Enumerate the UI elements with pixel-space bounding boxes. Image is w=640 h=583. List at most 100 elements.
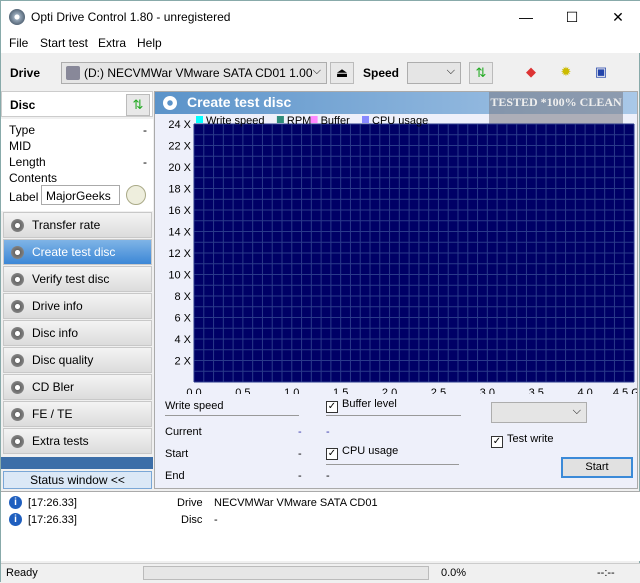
nav-extra-tests[interactable]: Extra tests <box>3 428 152 454</box>
y-tick-label: 8 X <box>174 291 191 303</box>
start-button[interactable]: Start <box>561 457 633 478</box>
close-button[interactable]: ✕ <box>595 1 640 33</box>
menu-file[interactable]: File <box>9 36 28 50</box>
disc-length-value: - <box>143 155 147 169</box>
write-speed-select[interactable]: ⌵ <box>491 402 587 423</box>
nav-label: Transfer rate <box>32 218 101 232</box>
divider <box>326 464 459 465</box>
disc-label-label: Label <box>9 190 39 204</box>
settings-icon[interactable]: ✹ <box>554 62 578 84</box>
progress-bar <box>143 566 429 580</box>
nav-label: Disc quality <box>32 353 94 367</box>
drive-value: (D:) NECVMWar VMware SATA CD01 1.00 <box>84 66 313 80</box>
legend-swatch <box>310 116 318 123</box>
test-write-checkbox[interactable]: ✓ Test write <box>491 433 553 448</box>
x-tick-label: 1.0 <box>284 387 299 394</box>
legend-label: RPM <box>287 115 311 127</box>
save-icon[interactable]: ▣ <box>589 62 613 84</box>
disc-length-label: Length <box>9 155 46 169</box>
elapsed-time: --:-- <box>597 567 615 579</box>
end-label: End <box>165 470 185 482</box>
disc-label-button[interactable] <box>126 185 146 205</box>
disc-icon <box>11 219 24 232</box>
nav-label: Drive info <box>32 299 83 313</box>
log-time: [17:26.33] <box>28 514 77 526</box>
drive-select[interactable]: (D:) NECVMWar VMware SATA CD01 1.00 ⌵ <box>61 62 327 84</box>
y-tick-label: 10 X <box>168 270 191 282</box>
info-icon: i <box>9 513 22 526</box>
panel-header: Create test disc TESTED *100% CLEANMAJOR… <box>155 92 637 164</box>
chevron-down-icon: ⌵ <box>572 405 581 417</box>
nav-disc-quality[interactable]: Disc quality <box>3 347 152 373</box>
legend-swatch <box>362 116 369 123</box>
menu-extra[interactable]: Extra <box>98 36 126 50</box>
disc-type-value: - <box>143 123 147 137</box>
cpu-usage-label: CPU usage <box>342 445 399 457</box>
eject-button[interactable]: ⏏ <box>330 62 354 84</box>
disc-icon <box>163 96 177 110</box>
nav-disc-info[interactable]: Disc info <box>3 320 152 346</box>
x-tick-label: 1.5 <box>333 387 348 394</box>
buffer-value: - <box>326 426 330 438</box>
y-tick-label: 14 X <box>168 227 191 239</box>
test-write-label: Test write <box>507 433 554 445</box>
start-label: Start <box>165 448 189 460</box>
legend-label: Buffer <box>321 115 350 127</box>
log-value: - <box>214 514 218 526</box>
refresh-speed-button[interactable]: ⇅ <box>469 62 493 84</box>
toolbar: Drive (D:) NECVMWar VMware SATA CD01 1.0… <box>1 57 640 89</box>
panel-title: Create test disc <box>187 94 292 110</box>
left-panel: Disc ⇅ Type - MID Length - Contents Label … <box>1 91 153 489</box>
nav-label: FE / TE <box>32 407 73 421</box>
log-time: [17:26.33] <box>28 497 77 509</box>
cpu-value: - <box>326 470 330 482</box>
nav-label: Create test disc <box>32 245 116 259</box>
nav-cd-bler[interactable]: CD Bler <box>3 374 152 400</box>
maximize-button[interactable]: ☐ <box>549 1 595 33</box>
nav-drive-info[interactable]: Drive info <box>3 293 152 319</box>
nav-label: Extra tests <box>32 434 89 448</box>
status-text: Ready <box>6 567 38 579</box>
y-tick-label: 12 X <box>168 248 191 260</box>
nav-transfer-rate[interactable]: Transfer rate <box>3 212 152 238</box>
checkmark-icon: ✓ <box>491 436 503 448</box>
menu-bar: File Start test Extra Help <box>1 33 640 53</box>
disc-icon <box>11 273 24 286</box>
minimize-button[interactable]: — <box>503 1 549 33</box>
drive-label: Drive <box>10 66 41 80</box>
disc-label-field[interactable]: MajorGeeks <box>41 185 120 205</box>
y-tick-label: 2 X <box>174 356 191 368</box>
menu-help[interactable]: Help <box>137 36 162 50</box>
window-title: Opti Drive Control 1.80 - unregistered <box>31 10 231 24</box>
disc-icon <box>11 300 24 313</box>
nav-create-test-disc[interactable]: Create test disc <box>3 239 152 265</box>
refresh-disc-button[interactable]: ⇅ <box>126 94 150 116</box>
x-tick-label: 0.5 <box>235 387 250 394</box>
legend-swatch <box>276 116 284 123</box>
erase-icon[interactable]: ◆ <box>519 62 543 84</box>
write-speed-label: Write speed <box>165 400 224 412</box>
x-tick-label: 3.5 <box>529 387 544 394</box>
nav-fe-te[interactable]: FE / TE <box>3 401 152 427</box>
disc-icon <box>11 408 24 421</box>
y-tick-label: 18 X <box>168 184 191 196</box>
status-window-button[interactable]: Status window << <box>3 471 152 489</box>
disc-icon <box>11 327 24 340</box>
divider <box>165 415 299 416</box>
menu-start-test[interactable]: Start test <box>40 36 88 50</box>
x-tick-label: 3.0 <box>480 387 495 394</box>
speed-label: Speed <box>363 66 400 80</box>
buffer-level-checkbox[interactable]: ✓ Buffer level <box>326 398 397 413</box>
y-tick-label: 16 X <box>168 205 191 217</box>
y-tick-label: 22 X <box>168 141 191 153</box>
nav-label: Disc info <box>32 326 79 340</box>
log-window: i [17:26.33] Drive NECVMWar VMware SATA … <box>1 491 640 561</box>
disc-mid-label: MID <box>9 139 31 153</box>
speed-select[interactable]: ⌵ <box>407 62 461 84</box>
cpu-usage-checkbox[interactable]: ✓ CPU usage <box>326 445 398 460</box>
chevron-down-icon: ⌵ <box>312 65 321 77</box>
nav-verify-test-disc[interactable]: Verify test disc <box>3 266 152 292</box>
legend-swatch <box>196 116 203 123</box>
checkmark-icon: ✓ <box>326 448 338 460</box>
nav-divider <box>1 457 153 469</box>
